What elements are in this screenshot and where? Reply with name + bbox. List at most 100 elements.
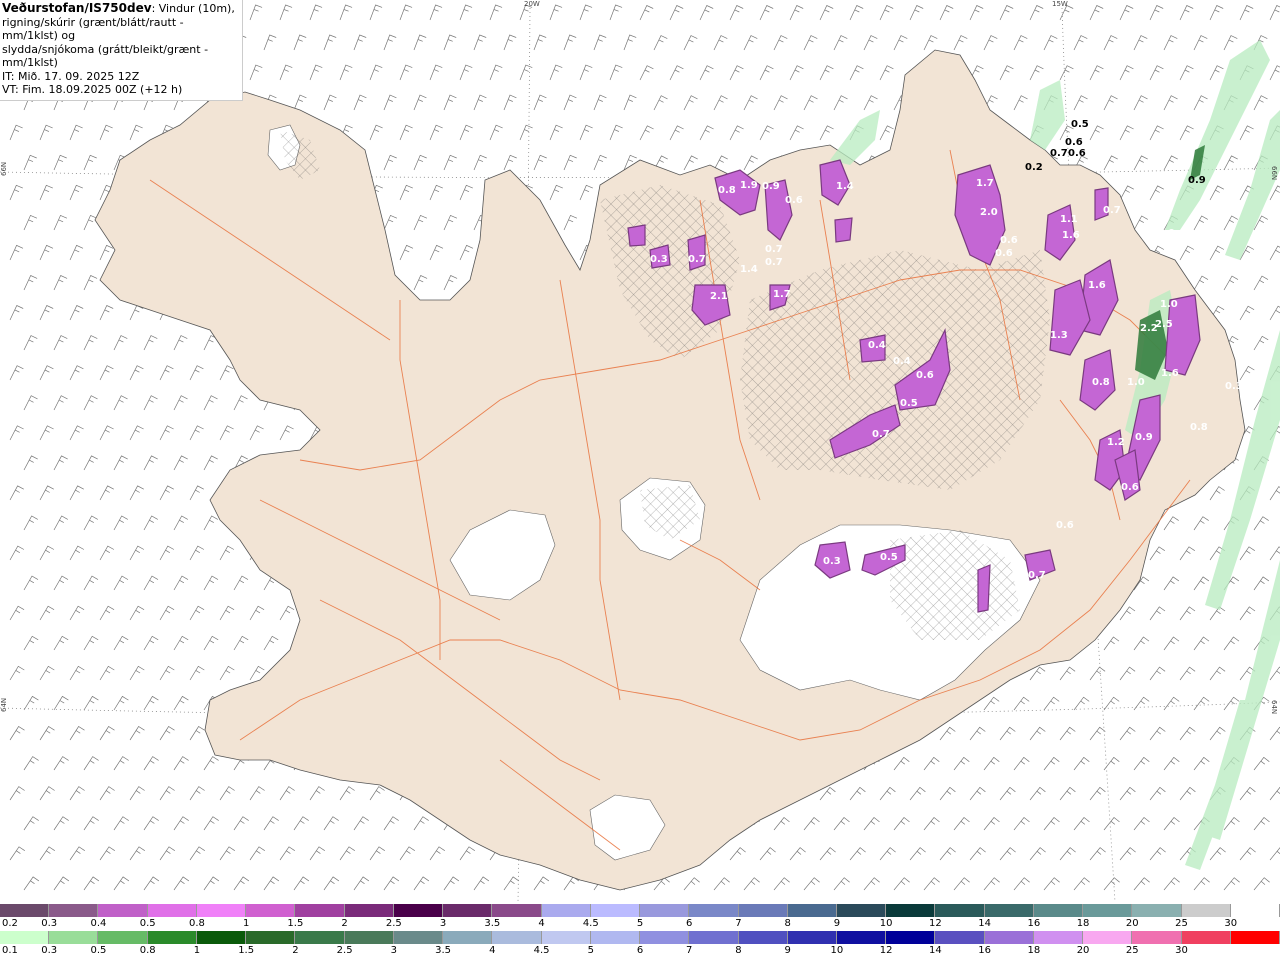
wind-barb xyxy=(9,786,25,801)
wind-barb xyxy=(323,816,339,831)
wind-barb xyxy=(579,184,593,201)
wind-barb xyxy=(893,877,910,891)
lat-66n-left-label: 66N xyxy=(0,162,8,176)
wind-barb xyxy=(53,395,68,411)
wind-barb xyxy=(309,846,325,861)
precip-value-label: 0.7 xyxy=(688,254,706,265)
wind-barb xyxy=(593,94,607,111)
wind-barb xyxy=(129,365,144,381)
wind-barb xyxy=(789,5,804,21)
wind-barb xyxy=(143,756,159,771)
wind-barb xyxy=(233,816,249,831)
wind-barb xyxy=(383,34,397,51)
wind-barb xyxy=(1253,95,1268,111)
colorbar-tick-label: 1 xyxy=(193,945,201,956)
wind-barb xyxy=(863,95,878,111)
wind-barb xyxy=(683,877,700,891)
colorbar-swatch xyxy=(1083,931,1133,944)
wind-barb xyxy=(1193,516,1209,531)
colorbar-swatch xyxy=(984,931,1034,944)
colorbar-tick-label: 9 xyxy=(833,918,841,929)
wind-barb xyxy=(189,605,205,621)
wind-barb xyxy=(9,665,25,681)
wind-barb xyxy=(1209,726,1226,741)
colorbar-swatch xyxy=(590,931,641,944)
wind-barb xyxy=(1193,696,1210,711)
wind-barb xyxy=(1223,35,1238,51)
colorbar-swatch xyxy=(1132,904,1182,917)
wind-barb xyxy=(353,94,367,111)
wind-barb xyxy=(219,846,235,861)
colorbar-swatch xyxy=(738,931,788,944)
wind-barb xyxy=(53,154,67,171)
wind-barb xyxy=(1193,756,1210,771)
precip-value-label: 0.6 xyxy=(916,370,934,381)
wind-barb xyxy=(1253,335,1269,351)
wind-barb xyxy=(279,786,295,801)
wind-barb xyxy=(1119,606,1136,621)
wind-barb xyxy=(759,5,774,21)
wind-barb xyxy=(489,64,503,81)
wind-barb xyxy=(369,64,383,81)
precip-value-label: 0.6 xyxy=(1056,520,1074,531)
wind-barb xyxy=(563,154,577,171)
wind-barb xyxy=(579,124,593,141)
wind-barb xyxy=(99,305,114,321)
wind-barb xyxy=(1089,125,1104,141)
wind-barb xyxy=(129,305,144,321)
wind-barb xyxy=(143,876,160,891)
wind-barb xyxy=(83,455,98,471)
wind-barb xyxy=(593,34,607,51)
colorbar-tick-label: 7 xyxy=(735,918,742,929)
wind-barb xyxy=(113,876,130,891)
wind-barb xyxy=(893,817,910,831)
rain-colorbar-labels: 0.2 0.3 0.4 0.5 0.8 1 1.5 2 2.5 3 3.5 4 4.5 5 6 7 8 9 10 12… xyxy=(0,918,1280,930)
precip-value-label: 0.4 xyxy=(893,356,911,367)
wind-barb xyxy=(1179,125,1194,141)
precip-value-label: 0.7 xyxy=(765,257,783,268)
colorbar-tick-label: 2.5 xyxy=(336,945,353,956)
colorbar-tick-label: 14 xyxy=(978,918,991,929)
colorbar-tick-label: 6 xyxy=(636,945,644,956)
wind-barb xyxy=(159,365,174,381)
wind-barb xyxy=(129,726,145,741)
wind-barb xyxy=(309,64,323,81)
colorbar-tick-label: 18 xyxy=(1076,918,1090,929)
colorbar-swatch xyxy=(443,931,493,944)
wind-barb xyxy=(863,877,880,891)
wind-barb xyxy=(203,876,220,891)
wind-barb xyxy=(9,184,23,201)
wind-barb xyxy=(83,816,99,831)
wind-barb xyxy=(1149,125,1164,141)
wind-barb xyxy=(1149,666,1166,681)
wind-barb xyxy=(129,124,143,141)
wind-barb xyxy=(1253,756,1270,771)
wind-barb xyxy=(99,665,115,681)
wind-barb xyxy=(803,877,820,891)
wind-barb xyxy=(789,65,804,81)
wind-barb xyxy=(369,4,383,21)
wind-barb xyxy=(1269,65,1280,81)
wind-barb xyxy=(83,395,98,411)
wind-barb xyxy=(173,816,189,831)
wind-barb xyxy=(999,786,1016,801)
wind-barb xyxy=(53,214,68,231)
wind-barb xyxy=(1239,847,1256,861)
wind-barb xyxy=(803,35,818,51)
wind-barb xyxy=(353,876,370,891)
wind-barb xyxy=(23,214,38,231)
colorbar-tick-label: 4.5 xyxy=(533,945,550,956)
wind-barb xyxy=(293,816,309,831)
wind-barb xyxy=(83,154,97,171)
wind-barb xyxy=(999,847,1016,861)
wind-barb xyxy=(69,846,85,861)
wind-barb xyxy=(1133,817,1150,831)
wind-barb xyxy=(69,244,84,261)
colorbar-swatch xyxy=(344,904,394,917)
wind-barb xyxy=(69,305,84,321)
colorbar-swatch xyxy=(1181,931,1231,944)
wind-barb xyxy=(1209,245,1225,261)
wind-barb xyxy=(143,515,158,531)
wind-barb xyxy=(39,365,54,381)
wind-barb xyxy=(669,125,684,141)
